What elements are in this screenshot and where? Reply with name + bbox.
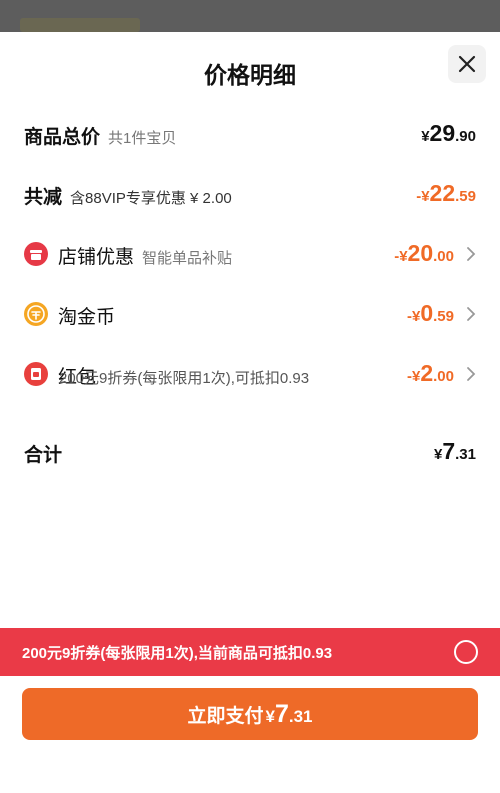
close-button[interactable] xyxy=(448,45,486,83)
shop-icon xyxy=(24,242,48,266)
pay-currency: ¥ xyxy=(265,707,275,726)
red-packet-amount: -¥2.00 xyxy=(407,360,454,386)
coins-row[interactable]: 淘金币 -¥0.59 xyxy=(24,300,476,330)
pay-now-label: 立即支付 xyxy=(187,706,264,727)
coins-label: 淘金币 xyxy=(58,307,116,328)
total-price-row: 商品总价 共1件宝贝 ¥29.90 xyxy=(24,120,476,150)
total-price-label: 商品总价 共1件宝贝 xyxy=(24,127,177,148)
background-element xyxy=(20,18,140,32)
sum-label: 合计 xyxy=(24,445,63,466)
sheet-title: 价格明细 xyxy=(204,62,296,88)
coupon-banner[interactable]: 200元9折券(每张限用1次),当前商品可抵扣0.93 xyxy=(0,628,500,676)
pay-amount-int: 7 xyxy=(274,700,289,728)
coupon-banner-text: 200元9折券(每张限用1次),当前商品可抵扣0.93 xyxy=(22,645,333,662)
red-packet-note: 200元9折券(每张限用1次),可抵扣0.93 xyxy=(59,370,310,387)
item-count: 共1件宝贝 xyxy=(108,130,177,147)
coin-icon xyxy=(24,302,48,326)
total-price-amount: ¥29.90 xyxy=(421,120,476,146)
total-discount-amount: -¥22.59 xyxy=(416,180,476,206)
chevron-right-icon xyxy=(467,307,476,321)
background-overlay xyxy=(0,0,500,32)
shop-discount-label: 店铺优惠 智能单品补贴 xyxy=(58,247,233,268)
sum-amount: ¥7.31 xyxy=(434,438,476,464)
shop-discount-row[interactable]: 店铺优惠 智能单品补贴 -¥20.00 xyxy=(24,240,476,270)
sum-row: 合计 ¥7.31 xyxy=(24,438,476,468)
shop-discount-amount: -¥20.00 xyxy=(394,240,454,266)
chevron-right-icon xyxy=(467,367,476,381)
shop-discount-note: 智能单品补贴 xyxy=(142,250,233,267)
vip-discount-note: 含88VIP专享优惠 ¥ 2.00 xyxy=(70,190,232,207)
total-discount-row: 共减 含88VIP专享优惠 ¥ 2.00 -¥22.59 xyxy=(24,180,476,210)
pay-amount-dec: .31 xyxy=(288,707,313,726)
close-icon xyxy=(458,55,476,73)
coins-amount: -¥0.59 xyxy=(407,300,454,326)
coupon-radio[interactable] xyxy=(454,640,478,664)
red-packet-icon xyxy=(24,362,48,386)
chevron-right-icon xyxy=(467,247,476,261)
total-discount-label: 共减 含88VIP专享优惠 ¥ 2.00 xyxy=(24,187,232,208)
pay-now-button[interactable]: 立即支付 ¥7.31 xyxy=(22,688,478,740)
